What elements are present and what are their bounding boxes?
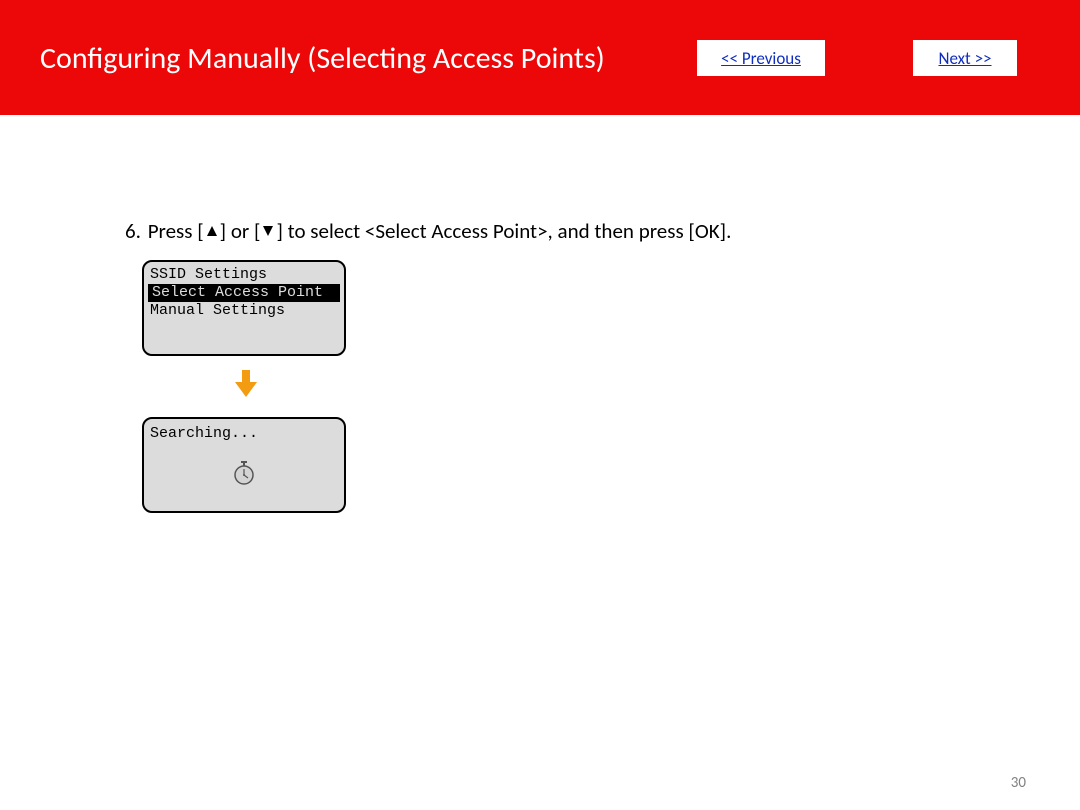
lcd-searching-text: Searching... [144, 423, 344, 445]
instruction-text-2: ] or [ [220, 218, 261, 244]
lcd-panel-searching: Searching... [142, 417, 346, 513]
page-title: Configuring Manually (Selecting Access P… [40, 40, 605, 77]
triangle-up-icon [206, 225, 218, 237]
triangle-down-icon [262, 225, 274, 237]
page-number: 30 [1011, 774, 1026, 792]
instruction-step: 6. Press [ ] or [ ] to select <Select Ac… [125, 218, 1025, 244]
instruction-text-1: Press [ [143, 218, 204, 244]
lcd-title: SSID Settings [144, 266, 344, 284]
stopwatch-icon [233, 461, 255, 491]
step-number: 6. [125, 218, 141, 244]
next-button[interactable]: Next >> [913, 40, 1017, 76]
previous-button[interactable]: << Previous [697, 40, 825, 76]
header-banner: Configuring Manually (Selecting Access P… [0, 0, 1080, 115]
instruction-text-3: ] to select <Select Access Point>, and t… [276, 218, 731, 244]
arrow-down-icon [235, 370, 1025, 403]
lcd-item: Manual Settings [144, 302, 344, 320]
lcd-panel-ssid: SSID Settings Select Access Point Manual… [142, 260, 346, 356]
lcd-item-selected: Select Access Point [148, 284, 340, 302]
content-area: 6. Press [ ] or [ ] to select <Select Ac… [125, 218, 1025, 513]
